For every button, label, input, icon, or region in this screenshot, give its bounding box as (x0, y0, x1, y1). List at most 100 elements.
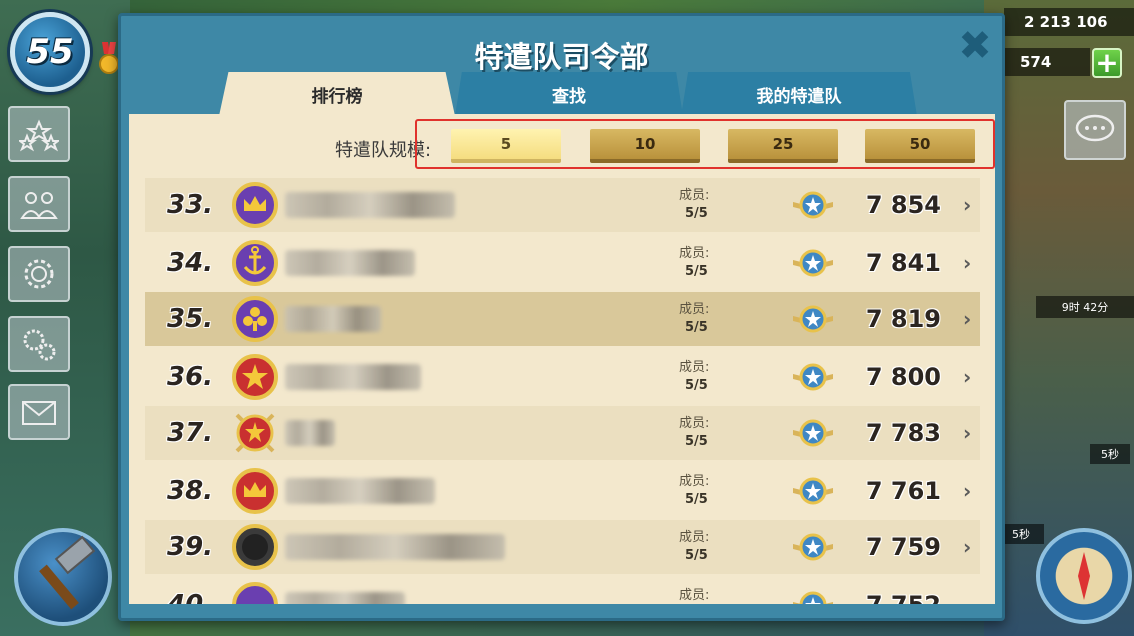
trophy-star-icon (793, 591, 833, 604)
score-value: 7 841 (865, 249, 941, 277)
gold-amount: 2 213 106 (1024, 13, 1108, 31)
diamond-amount: 574 (1020, 53, 1052, 71)
chevron-right-icon[interactable]: › (963, 535, 971, 559)
close-button[interactable]: ✖ (957, 26, 993, 66)
rank-number: 36. (167, 362, 214, 392)
tab-label: 查找 (552, 86, 586, 107)
members-label: 成员: (679, 474, 710, 489)
headquarters-button[interactable] (8, 246, 70, 302)
plus-icon: + (1095, 46, 1119, 79)
members-label: 成员: (679, 588, 710, 603)
task-force-name-redacted (285, 306, 381, 332)
rank-stars-button[interactable] (8, 106, 70, 162)
add-diamonds-button[interactable]: + (1092, 48, 1122, 78)
score-value: 7 759 (865, 533, 941, 561)
trophy-star-icon (793, 477, 833, 505)
size-option-25[interactable]: 25 (728, 129, 838, 163)
chat-bubble-icon (1075, 114, 1115, 142)
star-swords-emblem-icon (235, 413, 275, 453)
trophy-star-icon (793, 533, 833, 561)
rank-number: 37. (167, 418, 214, 448)
tab-my-task-force[interactable]: 我的特遣队 (681, 72, 917, 116)
build-timer: 9时 42分 (1036, 296, 1134, 318)
gear-emblem-icon (24, 259, 54, 289)
members-count: 5/5 (685, 320, 708, 335)
members-label: 成员: (679, 530, 710, 545)
chevron-right-icon[interactable]: › (963, 421, 971, 445)
tab-search[interactable]: 查找 (455, 72, 683, 116)
star-emblem-icon (232, 354, 278, 400)
rank-number: 38. (167, 476, 214, 506)
ranking-row[interactable]: 37. 成员: 5/5 7 783 › (145, 406, 980, 460)
score-value: 7 854 (865, 191, 941, 219)
rank-number: 40. (167, 590, 213, 604)
score-value: 7 752 (851, 591, 941, 604)
chevron-right-icon[interactable]: › (963, 251, 971, 275)
task-force-name-redacted (285, 592, 405, 604)
task-force-name-redacted (285, 192, 455, 218)
chevron-right-icon[interactable]: › (963, 193, 971, 217)
envelope-icon (22, 401, 56, 425)
trophy-star-icon (793, 191, 833, 219)
task-force-name-redacted (285, 420, 335, 446)
compass-icon (1078, 552, 1090, 600)
trophy-star-icon (793, 363, 833, 391)
members-label: 成员: (679, 246, 710, 261)
members-count: 5/5 (685, 434, 708, 449)
chat-button[interactable] (1064, 100, 1126, 160)
task-force-hq-panel: 特遣队司令部 ✖ 排行榜 查找 我的特遣队 特遣队规模: 5 10 25 50 … (118, 13, 1005, 621)
ranking-row[interactable]: 38. 成员: 5/5 7 761 › (145, 464, 980, 518)
size-option-10[interactable]: 10 (590, 129, 700, 163)
members-count: 5/5 (685, 206, 708, 221)
score-value: 7 783 (865, 419, 941, 447)
rank-number: 34. (167, 248, 214, 278)
ranking-row[interactable]: 34. 成员: 5/5 7 841 › (145, 236, 980, 290)
map-compass-button[interactable] (1036, 528, 1132, 624)
ranking-row[interactable]: 33. 成员: 5/5 7 854 › (145, 178, 980, 232)
dark-emblem-icon (232, 524, 278, 570)
crown-wreath-emblem-icon (232, 468, 278, 514)
size-option-5[interactable]: 5 (451, 129, 561, 163)
trophy-star-icon (793, 305, 833, 333)
tab-rankings[interactable]: 排行榜 (219, 72, 455, 116)
ranking-row[interactable]: 36. 成员: 5/5 7 800 › (145, 350, 980, 404)
crown-emblem-icon (232, 182, 278, 228)
ranking-row-own[interactable]: 35. 成员: 5/5 7 819 › (145, 292, 980, 346)
gear-icon (23, 329, 56, 361)
gold-counter: 2 213 106 (1004, 8, 1134, 36)
anchor-emblem-icon (232, 240, 278, 286)
size-option-50[interactable]: 50 (865, 129, 975, 163)
player-level-badge[interactable]: 55 (10, 12, 90, 92)
task-force-name-redacted (285, 534, 505, 560)
stars-icon (19, 119, 59, 152)
chevron-right-icon[interactable]: › (963, 479, 971, 503)
build-hammer-button[interactable] (14, 528, 112, 626)
people-icon (20, 192, 58, 219)
chevron-right-icon[interactable]: › (963, 365, 971, 389)
unit-timer-1: 5秒 (1090, 444, 1130, 464)
hammer-icon (39, 535, 96, 610)
score-value: 7 819 (865, 305, 941, 333)
rank-number: 33. (167, 190, 214, 220)
task-force-name-redacted (285, 364, 421, 390)
friends-button[interactable] (8, 176, 70, 232)
members-label: 成员: (679, 302, 710, 317)
members-label: 成员: (679, 188, 710, 203)
settings-button[interactable] (8, 316, 70, 372)
members-label: 成员: (679, 360, 710, 375)
trophy-star-icon (793, 249, 833, 277)
ranking-row[interactable]: 39. 成员: 5/5 7 759 › (145, 520, 980, 574)
player-level: 55 (26, 32, 74, 72)
clover-emblem-icon (232, 296, 278, 342)
members-count: 5/5 (685, 264, 708, 279)
members-count: 5/5 (685, 378, 708, 393)
members-count: 5/5 (685, 492, 708, 507)
mail-button[interactable] (8, 384, 70, 440)
chevron-right-icon[interactable]: › (963, 307, 971, 331)
emblem-icon (232, 582, 278, 604)
diamond-counter: 574 (1000, 48, 1090, 76)
task-force-name-redacted (285, 250, 415, 276)
ranking-row[interactable]: 40. 成员: 7 752 (145, 578, 980, 604)
medal-icon[interactable] (98, 42, 120, 76)
task-force-name-redacted (285, 478, 435, 504)
